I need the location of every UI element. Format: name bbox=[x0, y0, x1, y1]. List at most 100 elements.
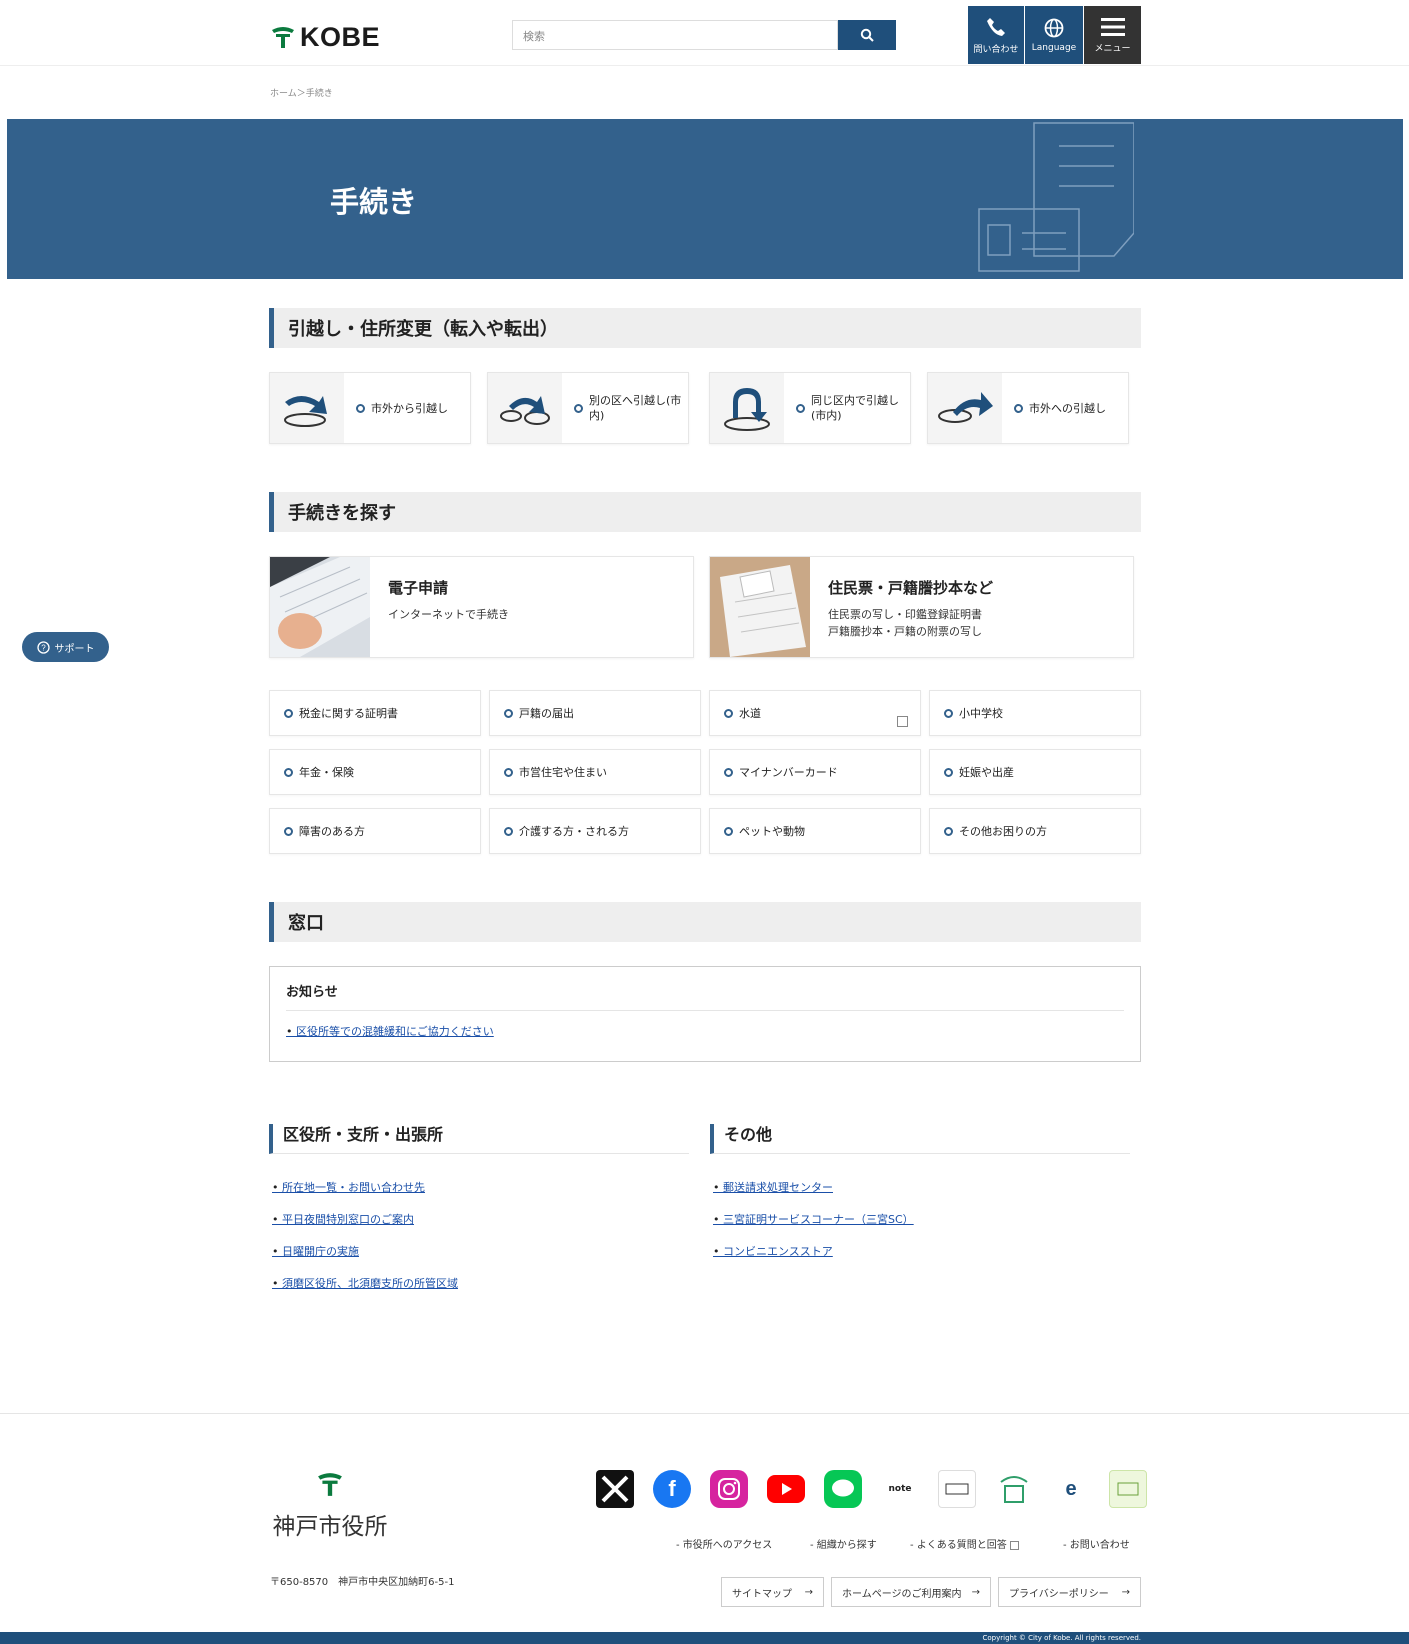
footer-nav-contact[interactable]: - お問い合わせ bbox=[1063, 1536, 1130, 1551]
grid-link-others[interactable]: その他お困りの方 bbox=[929, 808, 1141, 854]
note-icon[interactable]: note bbox=[881, 1470, 919, 1508]
youtube-icon[interactable] bbox=[767, 1475, 805, 1503]
arrow-right-icon: → bbox=[971, 1586, 980, 1598]
kobe-emblem-icon bbox=[270, 26, 296, 50]
e-kobe-icon[interactable]: e bbox=[1052, 1470, 1090, 1508]
page-hero: 手続き bbox=[7, 119, 1403, 279]
breadcrumb[interactable]: ホーム＞手続き bbox=[270, 86, 333, 99]
grid-link-label: その他お困りの方 bbox=[959, 825, 1047, 838]
search-input[interactable]: 検索 bbox=[512, 20, 838, 50]
grid-link-pension[interactable]: 年金・保険 bbox=[269, 749, 481, 795]
move-card-label: 市外への引越し bbox=[1029, 401, 1106, 415]
footer-logo[interactable]: 神戸市役所 bbox=[270, 1472, 390, 1541]
facebook-icon[interactable]: f bbox=[653, 1470, 691, 1508]
footer-nav-access[interactable]: - 市役所へのアクセス bbox=[676, 1536, 772, 1551]
notice-title: お知らせ bbox=[286, 981, 1124, 1011]
list-item[interactable]: 郵送請求処理センター bbox=[713, 1180, 914, 1212]
move-card-label: 市外から引越し bbox=[371, 401, 448, 415]
smart-kobe-icon[interactable] bbox=[995, 1470, 1033, 1508]
ichibe-icon[interactable] bbox=[938, 1470, 976, 1508]
grid-link-nursing-care[interactable]: 介護する方・される方 bbox=[489, 808, 701, 854]
grid-link-label: 年金・保険 bbox=[299, 766, 354, 779]
copyright-bar: Copyright © City of Kobe. All rights res… bbox=[0, 1632, 1409, 1644]
others-link-list: 郵送請求処理センター 三宮証明サービスコーナー（三宮SC） コンビニエンスストア bbox=[713, 1180, 914, 1276]
grid-link-label: ペットや動物 bbox=[739, 825, 805, 838]
menu-button[interactable]: メニュー bbox=[1084, 6, 1141, 64]
feature-card-e-application[interactable]: 電子申請 インターネットで手続き bbox=[269, 556, 694, 658]
footer-nav-label: よくある質問と回答 bbox=[916, 1540, 1007, 1551]
grid-link-housing[interactable]: 市営住宅や住まい bbox=[489, 749, 701, 795]
bullet-icon bbox=[724, 826, 733, 836]
x-icon[interactable] bbox=[596, 1470, 634, 1508]
grid-link-label: 税金に関する証明書 bbox=[299, 707, 398, 720]
bullet-icon bbox=[504, 826, 513, 836]
bullet-icon bbox=[724, 708, 733, 718]
list-item[interactable]: 三宮証明サービスコーナー（三宮SC） bbox=[713, 1212, 914, 1244]
grid-link-label: 妊娠や出産 bbox=[959, 766, 1014, 779]
list-item[interactable]: 日曜開庁の実施 bbox=[272, 1244, 458, 1276]
move-same-arrow-icon bbox=[710, 373, 784, 443]
grid-link-pregnancy[interactable]: 妊娠や出産 bbox=[929, 749, 1141, 795]
bullet-icon bbox=[504, 708, 513, 718]
move-card-to-outside[interactable]: 市外への引越し bbox=[927, 372, 1129, 444]
bullet-icon bbox=[1014, 403, 1023, 413]
grid-link-schools[interactable]: 小中学校 bbox=[929, 690, 1141, 736]
move-card-same-ward[interactable]: 同じ区内で引越し(市内) bbox=[709, 372, 911, 444]
move-card-other-ward[interactable]: 別の区へ引越し(市内) bbox=[487, 372, 689, 444]
kobe-app-icon[interactable] bbox=[1109, 1470, 1147, 1508]
footer-address: 〒650-8570 神戸市中央区加納町6-5-1 bbox=[270, 1577, 455, 1588]
list-item[interactable]: 須磨区役所、北須磨支所の所管区域 bbox=[272, 1276, 458, 1308]
usage-guide-label: ホームページのご利用案内 bbox=[842, 1588, 962, 1600]
bullet-icon bbox=[796, 403, 805, 413]
list-item[interactable]: 所在地一覧・お問い合わせ先 bbox=[272, 1180, 458, 1212]
line-icon[interactable] bbox=[824, 1470, 862, 1508]
footer-nav-faq[interactable]: - よくある質問と回答 bbox=[910, 1536, 1019, 1551]
move-card-label: 別の区へ引越し(市内) bbox=[589, 394, 682, 422]
grid-link-label: 障害のある方 bbox=[299, 825, 365, 838]
search-button[interactable] bbox=[838, 20, 896, 50]
feature-desc: インターネットで手続き bbox=[388, 608, 509, 621]
keyboard-photo-icon bbox=[270, 557, 370, 657]
grid-link-mynumber[interactable]: マイナンバーカード bbox=[709, 749, 921, 795]
offices-link-list: 所在地一覧・お問い合わせ先 平日夜間特別窓口のご案内 日曜開庁の実施 須磨区役所… bbox=[272, 1180, 458, 1308]
list-item[interactable]: 平日夜間特別窓口のご案内 bbox=[272, 1212, 458, 1244]
bullet-icon bbox=[284, 826, 293, 836]
privacy-policy-button[interactable]: プライバシーポリシー → bbox=[998, 1577, 1141, 1607]
move-in-arrow-icon bbox=[270, 373, 344, 443]
notice-link[interactable]: 区役所等での混雑緩和にご協力ください bbox=[286, 1023, 1124, 1039]
feature-title: 電子申請 bbox=[388, 579, 449, 597]
globe-icon bbox=[1044, 18, 1064, 38]
grid-link-water[interactable]: 水道 bbox=[709, 690, 921, 736]
sns-links: f note e bbox=[596, 1470, 1147, 1508]
phone-icon bbox=[987, 17, 1005, 36]
instagram-icon[interactable] bbox=[710, 1470, 748, 1508]
search-section-heading: 手続きを探す bbox=[269, 492, 1141, 532]
footer-logo-text: 神戸市役所 bbox=[272, 1514, 388, 1540]
move-card-from-outside[interactable]: 市外から引越し bbox=[269, 372, 471, 444]
feature-title: 住民票・戸籍謄抄本など bbox=[828, 579, 994, 597]
moving-section-heading: 引越し・住所変更（転入や転出） bbox=[269, 308, 1141, 348]
footer-nav-organization[interactable]: - 組織から探す bbox=[810, 1536, 877, 1551]
feature-desc: 住民票の写し・印鑑登録証明書 戸籍謄抄本・戸籍の附票の写し bbox=[828, 608, 982, 638]
sitemap-button[interactable]: サイトマップ → bbox=[721, 1577, 824, 1607]
contact-button[interactable]: 問い合わせ bbox=[968, 6, 1024, 64]
language-label: Language bbox=[1031, 43, 1077, 53]
kobe-logo[interactable]: KOBE bbox=[270, 22, 380, 53]
page-title: 手続き bbox=[330, 185, 418, 219]
grid-link-disability[interactable]: 障害のある方 bbox=[269, 808, 481, 854]
notice-box: お知らせ 区役所等での混雑緩和にご協力ください bbox=[269, 966, 1141, 1062]
kobe-emblem-icon bbox=[270, 1472, 390, 1505]
grid-link-tax-cert[interactable]: 税金に関する証明書 bbox=[269, 690, 481, 736]
usage-guide-button[interactable]: ホームページのご利用案内 → bbox=[831, 1577, 991, 1607]
bullet-icon bbox=[284, 767, 293, 777]
support-label: サポート bbox=[54, 643, 95, 655]
support-button[interactable]: ? サポート bbox=[22, 632, 109, 662]
feature-card-resident-cert[interactable]: 住民票・戸籍謄抄本など 住民票の写し・印鑑登録証明書 戸籍謄抄本・戸籍の附票の写… bbox=[709, 556, 1134, 658]
search-placeholder: 検索 bbox=[523, 30, 545, 43]
grid-link-family-register[interactable]: 戸籍の届出 bbox=[489, 690, 701, 736]
language-button[interactable]: Language bbox=[1025, 6, 1083, 64]
grid-link-pets[interactable]: ペットや動物 bbox=[709, 808, 921, 854]
list-item[interactable]: コンビニエンスストア bbox=[713, 1244, 914, 1276]
bullet-icon bbox=[944, 767, 953, 777]
footer-nav-label: 市役所へのアクセス bbox=[682, 1540, 773, 1551]
